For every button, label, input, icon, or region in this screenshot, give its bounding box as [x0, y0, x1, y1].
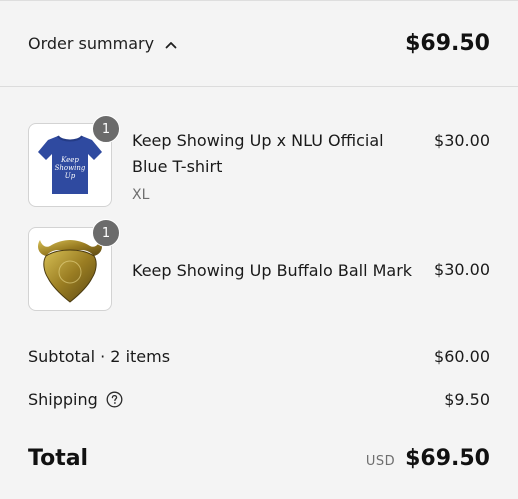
- total-row: Total USD $69.50: [28, 446, 490, 471]
- shipping-label: Shipping: [28, 390, 98, 409]
- header-divider: [0, 86, 518, 87]
- order-summary-header: Order summary $69.50: [0, 1, 518, 86]
- item-price: $30.00: [434, 131, 490, 150]
- item-title: Keep Showing Up x NLU Official Blue T-sh…: [132, 131, 384, 176]
- currency-code: USD: [365, 454, 396, 469]
- order-summary-toggle[interactable]: Order summary: [28, 34, 178, 53]
- line-item: 1 Keep Showing Up Buffalo Ball Mark $30.…: [28, 219, 490, 313]
- total-label: Total: [28, 446, 89, 471]
- subtotal-label: Subtotal · 2 items: [28, 347, 171, 366]
- question-circle-icon[interactable]: [106, 391, 123, 408]
- chevron-up-icon: [164, 37, 178, 51]
- quantity-badge: 1: [92, 219, 120, 247]
- shipping-label-group: Shipping: [28, 390, 123, 409]
- svg-text:Showing: Showing: [55, 164, 86, 172]
- order-summary-label: Order summary: [28, 34, 155, 53]
- item-variant: XL: [132, 187, 150, 203]
- blue-tshirt-image: Keep Showing Up: [38, 135, 102, 194]
- item-title: Keep Showing Up Buffalo Ball Mark: [132, 261, 413, 280]
- subtotal-value: $60.00: [434, 347, 490, 366]
- item-price: $30.00: [434, 260, 490, 279]
- svg-text:Up: Up: [65, 172, 76, 180]
- quantity-badge: 1: [92, 115, 120, 143]
- shipping-row: Shipping $9.50: [28, 390, 490, 409]
- subtotal-row: Subtotal · 2 items $60.00: [28, 347, 490, 366]
- total-amount-group: USD $69.50: [366, 446, 490, 471]
- total-amount: $69.50: [405, 446, 490, 471]
- shipping-value: $9.50: [444, 390, 490, 409]
- svg-text:Keep: Keep: [60, 156, 79, 164]
- line-item: Keep Showing Up 1 Keep Showing Up x NLU …: [28, 115, 490, 213]
- header-total-price: $69.50: [405, 31, 490, 56]
